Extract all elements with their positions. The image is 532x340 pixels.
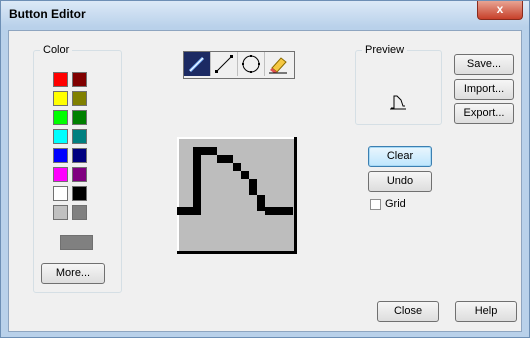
color-swatch[interactable] — [72, 205, 87, 220]
pencil-tool[interactable] — [184, 52, 211, 76]
color-swatch[interactable] — [72, 129, 87, 144]
save-button[interactable]: Save... — [454, 54, 514, 75]
canvas-pixel — [177, 207, 193, 215]
color-swatch[interactable] — [72, 167, 87, 182]
button-preview-icon — [390, 95, 406, 110]
title-bar: Button Editor x — [1, 1, 529, 27]
color-swatch[interactable] — [72, 110, 87, 125]
canvas-pixel — [193, 147, 201, 215]
import-button[interactable]: Import... — [454, 79, 514, 100]
canvas-pixel — [201, 147, 217, 155]
current-color-swatch — [60, 235, 93, 250]
window-close-button[interactable]: x — [477, 1, 523, 20]
preview-label: Preview — [362, 44, 408, 56]
close-icon: x — [496, 2, 504, 16]
tool-palette — [183, 51, 295, 79]
canvas-pixel — [249, 187, 257, 195]
more-colors-button[interactable]: More... — [41, 263, 105, 284]
window-title: Button Editor — [9, 7, 86, 21]
canvas-pixel — [249, 179, 257, 187]
color-swatch[interactable] — [53, 91, 68, 106]
pencil-icon — [188, 56, 205, 73]
color-swatch[interactable] — [53, 129, 68, 144]
preview-group: Preview — [355, 44, 442, 125]
color-swatch[interactable] — [72, 186, 87, 201]
color-swatch[interactable] — [53, 186, 68, 201]
grid-label: Grid — [385, 198, 406, 210]
line-icon — [215, 55, 233, 73]
color-swatch[interactable] — [53, 167, 68, 182]
canvas-border-right — [294, 137, 297, 253]
color-swatch[interactable] — [53, 205, 68, 220]
color-group-label: Color — [40, 44, 73, 56]
canvas-border-bottom — [177, 251, 297, 254]
dialog-body: Color More... Preview Save... Import... … — [8, 30, 522, 332]
canvas-pixel — [217, 155, 233, 163]
undo-button[interactable]: Undo — [368, 171, 432, 192]
grid-checkbox[interactable] — [370, 199, 381, 210]
canvas-pixel — [265, 207, 293, 215]
ellipse-icon — [242, 55, 260, 73]
eraser-icon — [269, 57, 287, 74]
export-button[interactable]: Export... — [454, 103, 514, 124]
eraser-tool[interactable] — [265, 52, 291, 76]
canvas-pixel — [241, 171, 249, 179]
color-swatch[interactable] — [72, 72, 87, 87]
color-swatch[interactable] — [72, 148, 87, 163]
color-swatch[interactable] — [72, 91, 87, 106]
ellipse-tool[interactable] — [238, 52, 265, 76]
canvas-pixel — [257, 195, 265, 203]
color-swatch[interactable] — [53, 148, 68, 163]
help-button[interactable]: Help — [455, 301, 517, 322]
canvas-pixel — [257, 203, 265, 211]
close-button[interactable]: Close — [377, 301, 439, 322]
button-editor-window: Button Editor x Color More... Preview Sa… — [0, 0, 530, 338]
color-swatch[interactable] — [53, 72, 68, 87]
clear-button[interactable]: Clear — [368, 146, 432, 167]
color-swatch[interactable] — [53, 110, 68, 125]
canvas-pixel — [233, 163, 241, 171]
line-tool[interactable] — [211, 52, 238, 76]
